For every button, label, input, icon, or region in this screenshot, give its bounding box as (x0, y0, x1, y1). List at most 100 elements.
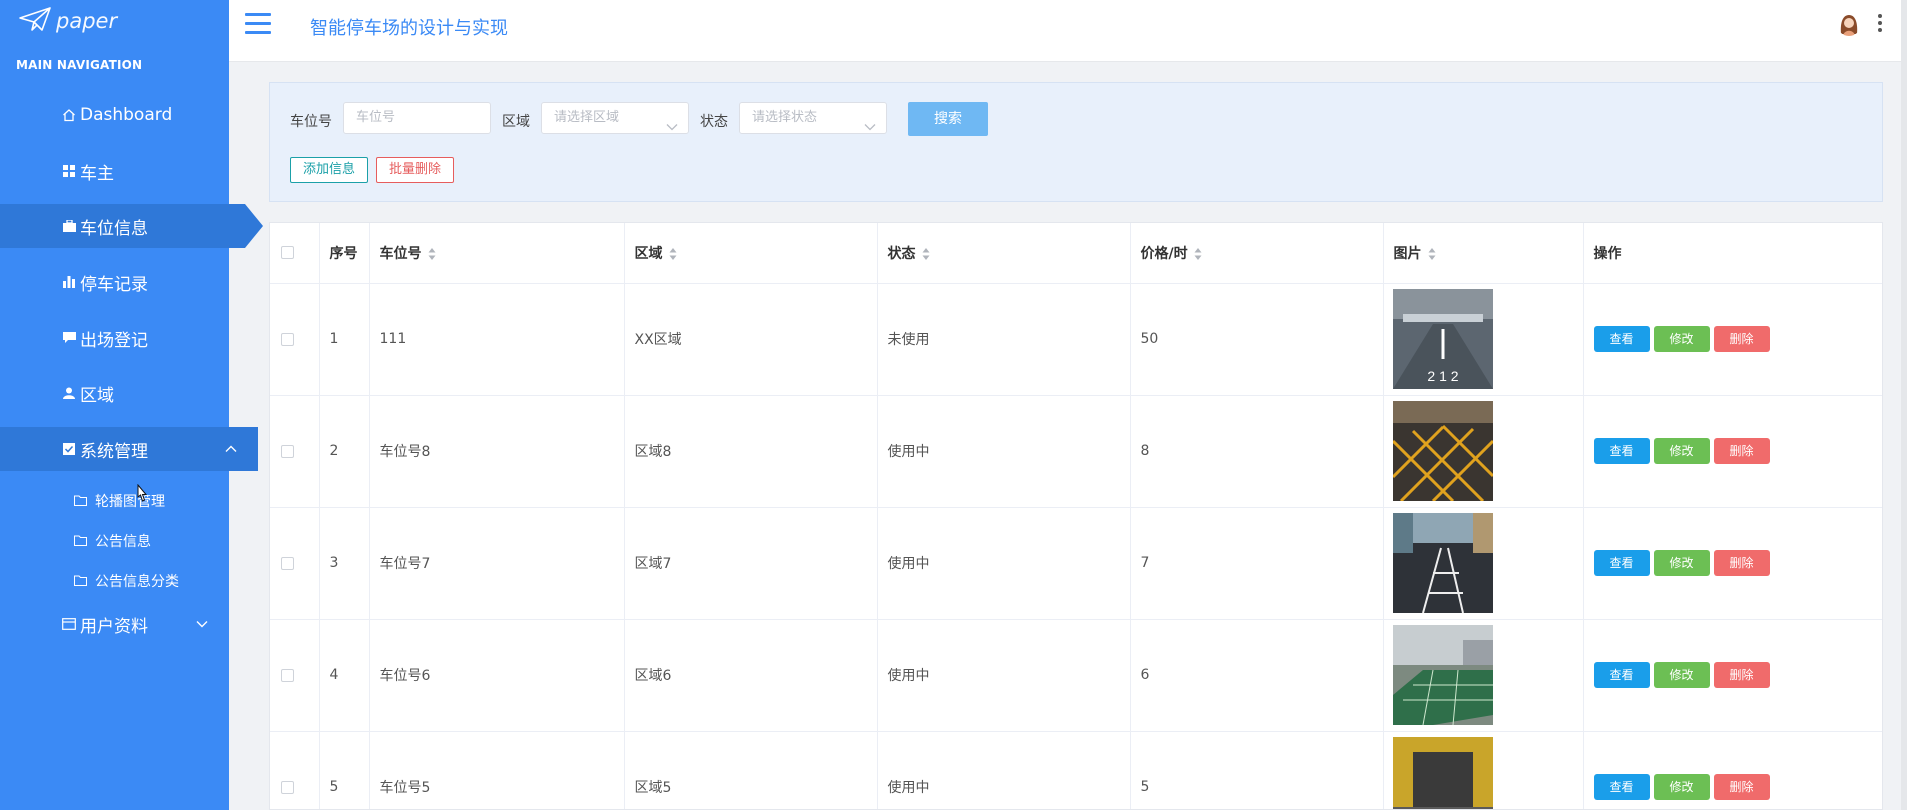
delete-button[interactable]: 删除 (1713, 326, 1770, 352)
row-checkbox[interactable] (270, 507, 320, 620)
avatar[interactable] (1837, 12, 1861, 36)
chevron-down-icon[interactable] (195, 616, 209, 630)
edit-button[interactable]: 修改 (1653, 438, 1710, 464)
sidebar-subitem-announcements[interactable]: 公告信息 (0, 521, 229, 561)
col-header-area[interactable]: 区域 (624, 223, 878, 284)
cell-price: 7 (1130, 507, 1384, 620)
view-button[interactable]: 查看 (1593, 662, 1650, 688)
cell-image (1383, 395, 1584, 508)
delete-button[interactable]: 删除 (1713, 438, 1770, 464)
cell-status: 使用中 (877, 395, 1131, 508)
sidebar-subitem-carousel[interactable]: 轮播图管理 (0, 481, 229, 521)
sidebar-item-owner[interactable]: 车主 (0, 149, 229, 193)
cell-area: 区域5 (624, 731, 878, 809)
col-header-image[interactable]: 图片 (1383, 223, 1584, 284)
parking-image[interactable] (1392, 625, 1493, 725)
svg-text:2 1 2: 2 1 2 (1427, 368, 1458, 384)
sidebar-subitem-label: 轮播图管理 (95, 494, 165, 510)
view-button[interactable]: 查看 (1593, 774, 1650, 800)
area-label: 区域 (502, 114, 530, 130)
home-icon (62, 108, 76, 122)
spot-input[interactable]: 车位号 (343, 102, 491, 134)
view-button[interactable]: 查看 (1593, 550, 1650, 576)
sidebar-item-area[interactable]: 区域 (0, 371, 229, 415)
paper-plane-icon (18, 6, 52, 36)
cell-area: 区域8 (624, 395, 878, 508)
sidebar-item-label: 车位信息 (80, 218, 148, 239)
table-row: 3 车位号7 区域7 使用中 7 查看 修改 删除 (270, 507, 1882, 620)
add-info-button[interactable]: 添加信息 (290, 157, 368, 183)
sidebar-subitem-announcement-categories[interactable]: 公告信息分类 (0, 561, 229, 601)
row-checkbox[interactable] (270, 395, 320, 508)
chevron-up-icon[interactable] (224, 441, 238, 455)
parking-image[interactable] (1392, 513, 1493, 613)
cell-image: 2 1 2 (1383, 283, 1584, 396)
table-row: 5 车位号5 区域5 使用中 5 查看 修改 删除 (270, 731, 1882, 810)
parking-image[interactable] (1392, 737, 1493, 810)
row-checkbox[interactable] (270, 731, 320, 809)
more-vertical-icon[interactable] (1877, 14, 1883, 34)
scrollbar[interactable] (1901, 0, 1907, 810)
table-row: 4 车位号6 区域6 使用中 6 查看 修改 删除 (270, 619, 1882, 732)
sidebar-item-parking-records[interactable]: 停车记录 (0, 260, 229, 304)
sidebar-item-parking-spots[interactable]: 车位信息 (0, 204, 263, 248)
cell-spot: 车位号7 (369, 507, 625, 620)
delete-button[interactable]: 删除 (1713, 550, 1770, 576)
area-select[interactable]: 请选择区域 (541, 102, 689, 134)
sidebar-item-exit-registration[interactable]: 出场登记 (0, 316, 229, 360)
cell-index: 3 (319, 507, 370, 620)
comment-icon (62, 331, 76, 345)
cell-index: 4 (319, 619, 370, 732)
status-select-value: 请选择状态 (752, 110, 818, 125)
col-header-price[interactable]: 价格/时 (1130, 223, 1384, 284)
sidebar-item-label: 用户资料 (80, 616, 148, 637)
status-select[interactable]: 请选择状态 (739, 102, 887, 134)
card-icon (62, 617, 76, 631)
cell-price: 50 (1130, 283, 1384, 396)
cell-status: 未使用 (877, 283, 1131, 396)
menu-toggle-icon[interactable] (245, 13, 271, 35)
delete-button[interactable]: 删除 (1713, 662, 1770, 688)
col-header-spot[interactable]: 车位号 (369, 223, 625, 284)
view-button[interactable]: 查看 (1593, 438, 1650, 464)
sidebar-item-label: Dashboard (80, 105, 173, 125)
row-checkbox[interactable] (270, 283, 320, 396)
cell-index: 1 (319, 283, 370, 396)
folder-icon (74, 495, 88, 507)
logo[interactable]: paper (18, 6, 117, 36)
area-select-value: 请选择区域 (554, 110, 620, 125)
sidebar-item-label: 系统管理 (80, 441, 148, 462)
row-checkbox[interactable] (270, 619, 320, 732)
cell-actions: 查看 修改 删除 (1583, 619, 1882, 732)
sidebar-item-dashboard[interactable]: Dashboard (0, 93, 229, 137)
sidebar-item-system-management[interactable]: 系统管理 (0, 427, 258, 471)
cell-area: 区域6 (624, 619, 878, 732)
cell-actions: 查看 修改 删除 (1583, 283, 1882, 396)
parking-image[interactable]: 2 1 2 (1392, 289, 1493, 389)
mouse-pointer-icon (135, 483, 149, 504)
cell-image (1383, 619, 1584, 732)
cell-status: 使用中 (877, 619, 1131, 732)
sidebar-item-user-profile[interactable]: 用户资料 (0, 602, 229, 646)
sidebar-subitem-label: 公告信息 (95, 534, 151, 550)
search-button[interactable]: 搜索 (908, 102, 988, 136)
sidebar-item-label: 出场登记 (80, 330, 148, 351)
col-header-label: 图片 (1393, 245, 1422, 262)
edit-button[interactable]: 修改 (1653, 662, 1710, 688)
col-header-label: 区域 (634, 245, 663, 262)
select-all-checkbox[interactable] (270, 223, 320, 284)
edit-button[interactable]: 修改 (1653, 550, 1710, 576)
edit-button[interactable]: 修改 (1653, 774, 1710, 800)
delete-button[interactable]: 删除 (1713, 774, 1770, 800)
sort-icon (1428, 247, 1435, 260)
batch-delete-button[interactable]: 批量删除 (376, 157, 454, 183)
edit-button[interactable]: 修改 (1653, 326, 1710, 352)
sort-icon (1194, 247, 1202, 260)
col-header-status[interactable]: 状态 (877, 223, 1131, 284)
view-button[interactable]: 查看 (1593, 326, 1650, 352)
cell-index: 2 (319, 395, 370, 508)
cell-price: 8 (1130, 395, 1384, 508)
cell-actions: 查看 修改 删除 (1583, 395, 1882, 508)
parking-image[interactable] (1392, 401, 1493, 501)
spot-label: 车位号 (290, 114, 332, 130)
